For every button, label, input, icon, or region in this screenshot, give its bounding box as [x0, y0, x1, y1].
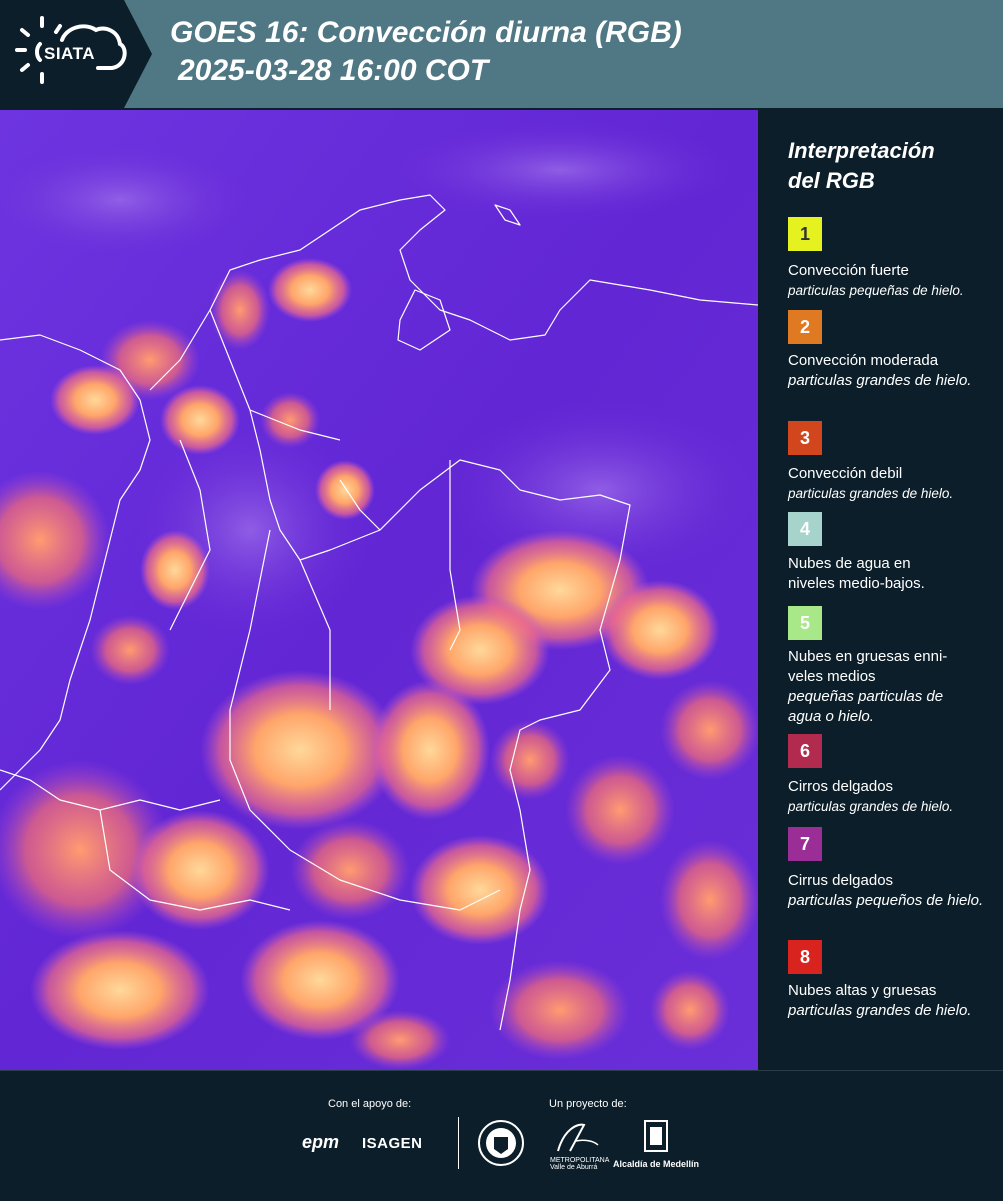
isagen-logo: ISAGEN	[362, 1135, 423, 1152]
legend-item-8: Nubes altas y gruesas particulas grandes…	[788, 981, 988, 1021]
project-label: Un proyecto de:	[549, 1098, 627, 1110]
support-label: Con el apoyo de:	[328, 1098, 412, 1110]
legend-swatch-7: 7	[788, 827, 822, 861]
legend-sub: particulas grandes de hielo.	[788, 1002, 972, 1019]
footer-divider	[458, 1117, 459, 1169]
legend-number: 8	[799, 946, 810, 967]
epm-logo: epm	[302, 1132, 340, 1152]
title-line-2: 2025-03-28 16:00 COT	[178, 54, 489, 87]
siata-logo: SIATA	[0, 0, 152, 108]
legend-item-2: Convección moderada particulas grandes d…	[788, 351, 988, 391]
legend-swatch-1: 1	[788, 217, 822, 251]
title-line-1: GOES 16: Convección diurna (RGB)	[170, 16, 682, 49]
page-title: GOES 16: Convección diurna (RGB) 2025-03…	[170, 14, 682, 90]
legend-number: 2	[799, 316, 810, 337]
legend-number: 4	[799, 518, 810, 539]
legend-title-line-2: del RGB	[788, 168, 875, 193]
legend-label: Convección moderada	[788, 352, 939, 369]
legend-swatch-4: 4	[788, 512, 822, 546]
legend-item-5: Nubes en gruesas enni-veles medios peque…	[788, 647, 973, 727]
footer: Con el apoyo de: Un proyecto de: epm ISA…	[0, 1070, 1003, 1201]
legend-sub: particulas pequeños de hielo.	[788, 892, 984, 909]
legend-title-line-1: Interpretación	[788, 138, 935, 163]
legend-label: Nubes de agua en niveles medio-bajos.	[788, 555, 925, 592]
legend-label: Convección fuerte	[788, 262, 909, 279]
legend-number: 5	[799, 612, 810, 633]
satellite-rgb-map[interactable]	[0, 110, 758, 1070]
legend-item-3: Convección debil particulas grandes de h…	[788, 464, 988, 504]
legend-sub: particulas pequeñas de hielo.	[788, 283, 964, 298]
legend-label: Cirrus delgados	[788, 872, 894, 889]
medellin-seal-icon	[478, 1120, 524, 1166]
legend-sub: particulas grandes de hielo.	[788, 372, 972, 389]
alcaldia-name: Alcaldía de Medellín	[613, 1159, 700, 1169]
legend-sub: particulas grandes de hielo.	[788, 799, 954, 814]
legend-swatch-6: 6	[788, 734, 822, 768]
legend-title: Interpretación del RGB	[788, 136, 935, 196]
area-metropolitana-name: METROPOLITANA Valle de Aburrá	[550, 1157, 609, 1171]
header-bar: SIATA GOES 16: Convección diurna (RGB) 2…	[0, 0, 1003, 108]
legend-swatch-3: 3	[788, 421, 822, 455]
legend-label: Cirros delgados	[788, 778, 894, 795]
legend-number: 7	[799, 833, 810, 854]
legend-number: 1	[799, 223, 810, 244]
legend-sub: pequeñas particulas de agua o hielo.	[788, 688, 944, 725]
legend-item-4: Nubes de agua en niveles medio-bajos.	[788, 554, 958, 594]
rgb-legend: Interpretación del RGB 1 Convección fuer…	[760, 110, 1003, 1070]
legend-swatch-5: 5	[788, 606, 822, 640]
legend-label: Nubes altas y gruesas	[788, 982, 937, 999]
legend-sub: particulas grandes de hielo.	[788, 486, 954, 501]
legend-swatch-8: 8	[788, 940, 822, 974]
legend-label: Nubes en gruesas enni-veles medios	[788, 648, 948, 685]
legend-number: 6	[799, 740, 810, 761]
siata-logo-text: SIATA	[44, 44, 95, 63]
legend-label: Convección debil	[788, 465, 903, 482]
legend-swatch-2: 2	[788, 310, 822, 344]
legend-item-1: Convección fuerte particulas pequeñas de…	[788, 261, 988, 301]
legend-item-7: Cirrus delgados particulas pequeños de h…	[788, 871, 988, 911]
legend-item-6: Cirros delgados particulas grandes de hi…	[788, 777, 988, 817]
legend-number: 3	[799, 427, 810, 448]
